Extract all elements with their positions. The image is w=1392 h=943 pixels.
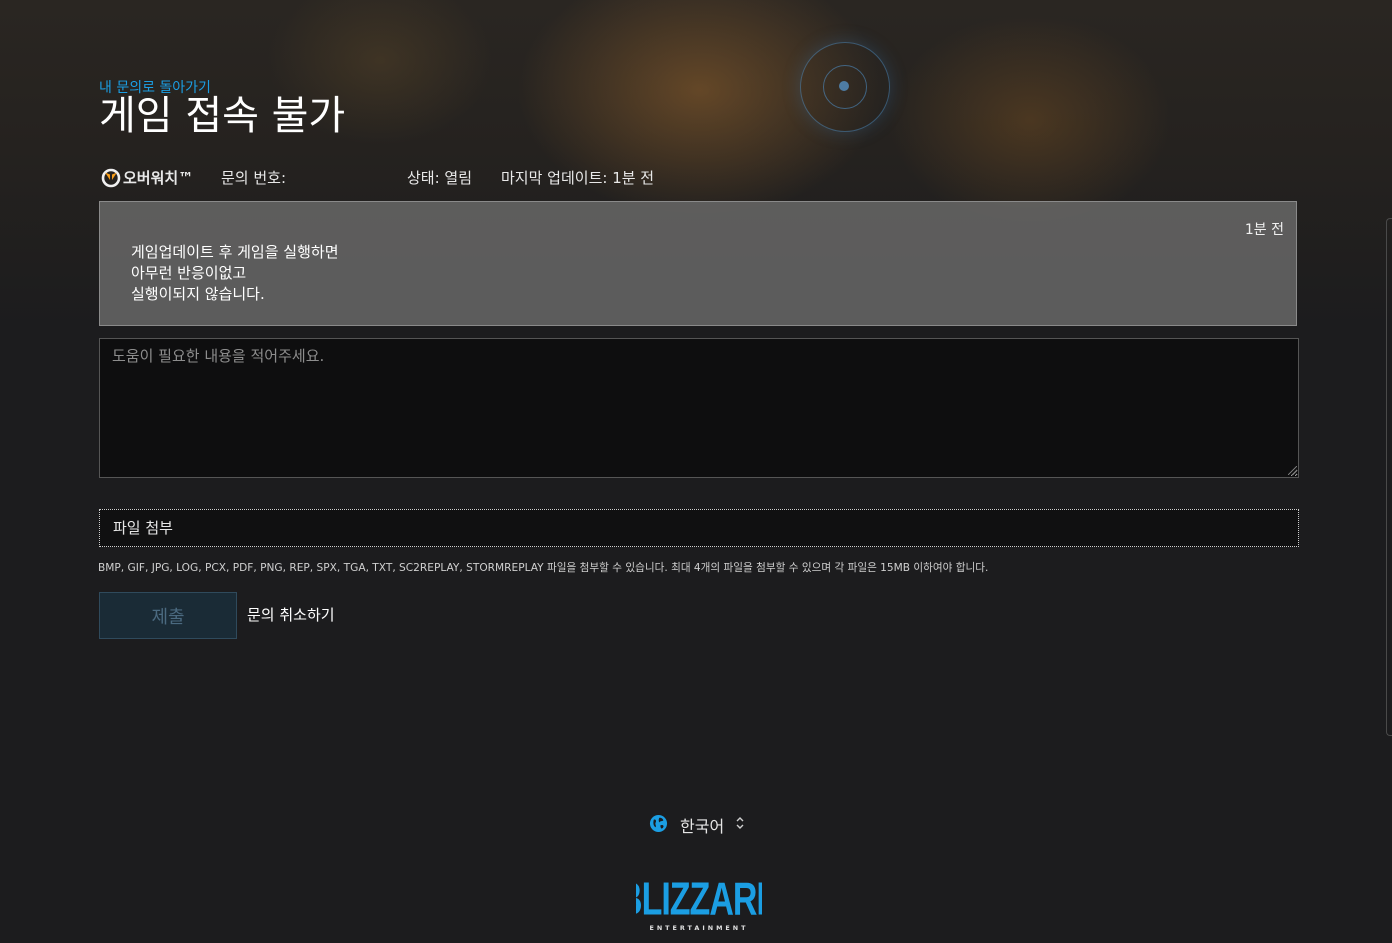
overwatch-logo-icon [101, 168, 121, 188]
ticket-meta: 오버워치™ 문의 번호: 상태: 열림 마지막 업데이트: 1분 전 [99, 167, 799, 189]
scrollbar-track[interactable] [1386, 218, 1392, 736]
message-timestamp: 1분 전 [1244, 222, 1284, 238]
chevron-updown-icon [736, 817, 744, 829]
last-update: 마지막 업데이트: 1분 전 [501, 169, 655, 187]
ticket-number-label: 문의 번호: [221, 169, 287, 187]
message-line: 아무런 반응이없고 [131, 264, 247, 282]
ticket-message: 1분 전 게임업데이트 후 게임을 실행하면 아무런 반응이없고 실행이되지 않… [99, 201, 1297, 326]
message-line: 게임업데이트 후 게임을 실행하면 [131, 243, 339, 261]
cancel-ticket-link[interactable]: 문의 취소하기 [247, 604, 335, 625]
language-selector[interactable]: 한국어 [649, 812, 759, 836]
reply-textarea[interactable] [99, 338, 1299, 478]
page-title: 게임 접속 불가 [99, 93, 346, 139]
svg-text:BLIZZARD: BLIZZARD [636, 873, 762, 925]
language-label: 한국어 [680, 817, 725, 836]
globe-icon [649, 814, 668, 833]
file-attach-label: 파일 첨부 [113, 519, 173, 537]
svg-text:ENTERTAINMENT: ENTERTAINMENT [649, 924, 748, 932]
file-attach-button[interactable]: 파일 첨부 [99, 509, 1299, 547]
game-name: 오버워치™ [123, 169, 194, 187]
submit-button[interactable]: 제출 [99, 592, 237, 639]
textarea-resize-handle[interactable] [1288, 466, 1297, 475]
file-attach-help: BMP, GIF, JPG, LOG, PCX, PDF, PNG, REP, … [98, 562, 989, 574]
message-line: 실행이되지 않습니다. [131, 285, 265, 303]
hero-decoration [800, 42, 890, 132]
blizzard-logo: BLIZZARD ENTERTAINMENT [636, 873, 762, 932]
ticket-status: 상태: 열림 [407, 169, 473, 187]
